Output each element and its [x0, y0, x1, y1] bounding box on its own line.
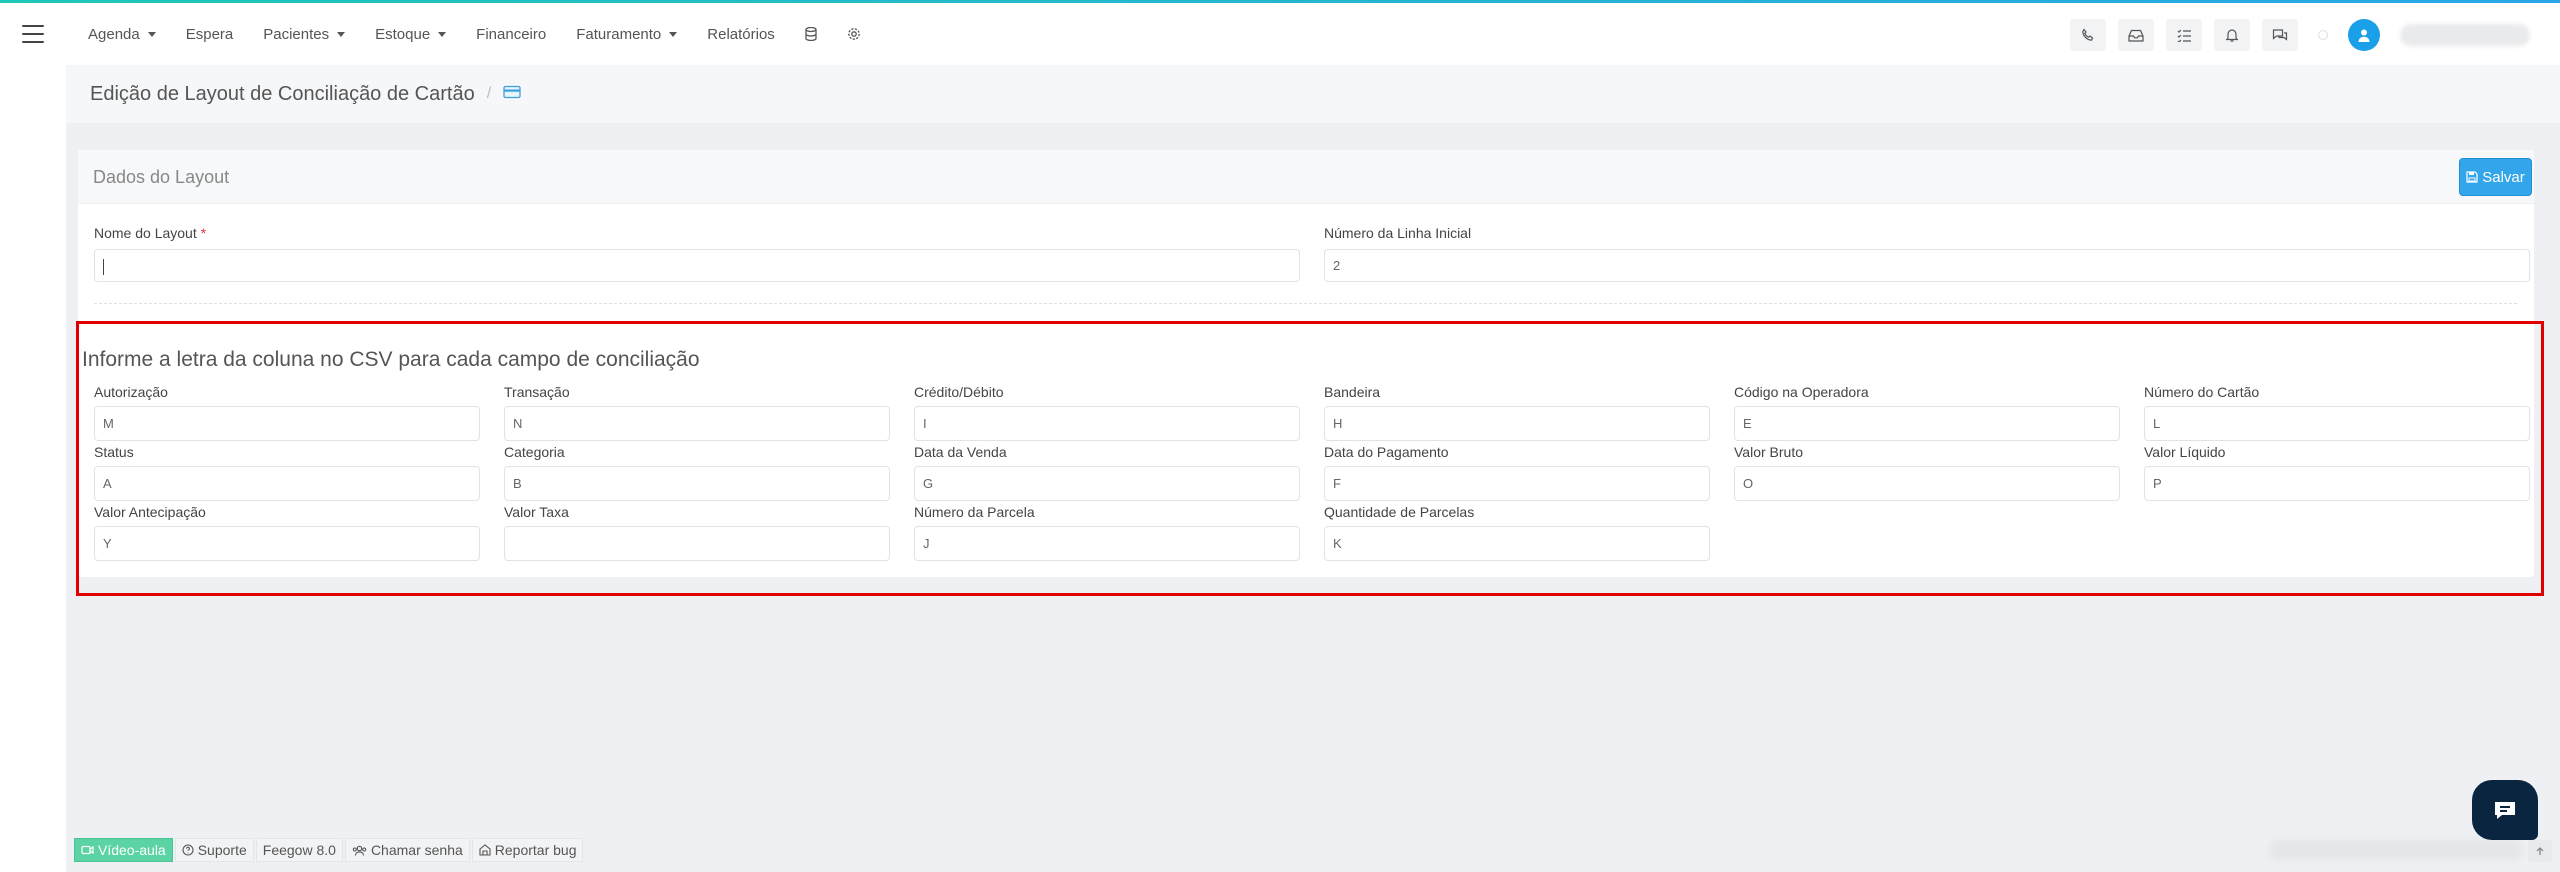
field-numero-cartao: Número do Cartão L: [2144, 383, 2530, 441]
field-categoria: Categoria B: [504, 443, 890, 501]
quantidade-parcelas-input[interactable]: K: [1324, 526, 1710, 561]
menu-agenda[interactable]: Agenda: [88, 26, 156, 43]
menu-toggle-icon[interactable]: [22, 25, 44, 43]
start-line-field: Número da Linha Inicial 2: [1324, 224, 2530, 282]
chevron-down-icon: [438, 31, 447, 37]
bandeira-input[interactable]: H: [1324, 406, 1710, 441]
chevron-down-icon: [147, 31, 156, 37]
transacao-input[interactable]: N: [504, 406, 890, 441]
save-button[interactable]: Salvar: [2459, 158, 2532, 196]
data-pagamento-input[interactable]: F: [1324, 466, 1710, 501]
numero-cartao-input[interactable]: L: [2144, 406, 2530, 441]
video-icon: [81, 845, 94, 855]
layout-name-field: Nome do Layout *: [94, 224, 1300, 282]
mapping-title: Informe a letra da coluna no CSV para ca…: [82, 348, 700, 371]
avatar[interactable]: [2348, 19, 2380, 51]
status-indicator: [2318, 30, 2328, 40]
field-valor-bruto: Valor Bruto O: [1734, 443, 2120, 501]
chat-widget-button[interactable]: [2472, 780, 2538, 840]
chevron-down-icon: [669, 31, 678, 37]
start-line-input[interactable]: 2: [1324, 249, 2530, 282]
footer-info-redacted: [2270, 840, 2522, 860]
top-navbar: Agenda Espera Pacientes Estoque Financei…: [0, 3, 2560, 65]
call-ticket-button[interactable]: Chamar senha: [344, 838, 470, 862]
field-transacao: Transação N: [504, 383, 890, 441]
menu-faturamento[interactable]: Faturamento: [576, 26, 678, 43]
chat-icon[interactable]: [2262, 19, 2298, 51]
help-icon: [182, 844, 194, 856]
chat-bubble-icon: [2495, 802, 2515, 819]
panel-header: Dados do Layout Salvar: [78, 150, 2534, 204]
page-title: Edição de Layout de Conciliação de Cartã…: [90, 82, 475, 105]
numero-parcela-input[interactable]: J: [914, 526, 1300, 561]
menu-estoque[interactable]: Estoque: [375, 26, 447, 43]
field-quantidade-parcelas: Quantidade de Parcelas K: [1324, 503, 1710, 561]
valor-taxa-input[interactable]: [504, 526, 890, 561]
navbar-actions: [2058, 19, 2530, 51]
field-valor-antecipacao: Valor Antecipação Y: [94, 503, 480, 561]
divider: [94, 303, 2517, 304]
save-icon: [2466, 171, 2478, 183]
field-data-venda: Data da Venda G: [914, 443, 1300, 501]
users-icon: [352, 845, 367, 856]
inbox-icon[interactable]: [2118, 19, 2154, 51]
menu-financeiro[interactable]: Financeiro: [476, 26, 546, 43]
required-mark: *: [200, 225, 207, 241]
footer-bar: Vídeo-aula Suporte Feegow 8.0 Chamar sen…: [74, 838, 585, 862]
field-valor-taxa: Valor Taxa: [504, 503, 890, 561]
autorizacao-input[interactable]: M: [94, 406, 480, 441]
bell-icon[interactable]: [2214, 19, 2250, 51]
video-tutorial-button[interactable]: Vídeo-aula: [74, 838, 173, 862]
valor-antecipacao-input[interactable]: Y: [94, 526, 480, 561]
field-valor-liquido: Valor Líquido P: [2144, 443, 2530, 501]
status-input[interactable]: A: [94, 466, 480, 501]
bug-icon: [479, 844, 491, 856]
layout-panel: Dados do Layout Salvar Nome do Layout * N…: [78, 150, 2534, 577]
support-button[interactable]: Suporte: [174, 838, 254, 862]
field-numero-parcela: Número da Parcela J: [914, 503, 1300, 561]
data-venda-input[interactable]: G: [914, 466, 1300, 501]
phone-icon[interactable]: [2070, 19, 2106, 51]
gear-icon[interactable]: [847, 27, 861, 41]
credit-card-icon: [503, 85, 521, 104]
layout-name-input[interactable]: [94, 249, 1300, 282]
text-cursor: [103, 258, 104, 275]
user-name-redacted[interactable]: [2400, 24, 2530, 46]
codigo-operadora-input[interactable]: E: [1734, 406, 2120, 441]
credito-debito-input[interactable]: I: [914, 406, 1300, 441]
panel-title: Dados do Layout: [93, 167, 230, 187]
valor-liquido-input[interactable]: P: [2144, 466, 2530, 501]
field-credito-debito: Crédito/Débito I: [914, 383, 1300, 441]
breadcrumb-separator: /: [486, 85, 492, 102]
database-icon[interactable]: [805, 27, 817, 41]
field-data-pagamento: Data do Pagamento F: [1324, 443, 1710, 501]
field-bandeira: Bandeira H: [1324, 383, 1710, 441]
main-menu: Agenda Espera Pacientes Estoque Financei…: [88, 3, 891, 65]
field-status: Status A: [94, 443, 480, 501]
left-sidebar: [0, 65, 66, 872]
menu-pacientes[interactable]: Pacientes: [263, 26, 346, 43]
chevron-down-icon: [337, 31, 346, 37]
breadcrumb: Edição de Layout de Conciliação de Cartã…: [66, 65, 2560, 123]
menu-espera[interactable]: Espera: [186, 26, 234, 43]
scroll-top-icon[interactable]: [2528, 840, 2552, 862]
valor-bruto-input[interactable]: O: [1734, 466, 2120, 501]
report-bug-button[interactable]: Reportar bug: [471, 838, 584, 862]
field-codigo-operadora: Código na Operadora E: [1734, 383, 2120, 441]
field-autorizacao: Autorização M: [94, 383, 480, 441]
checklist-icon[interactable]: [2166, 19, 2202, 51]
categoria-input[interactable]: B: [504, 466, 890, 501]
version-label: Feegow 8.0: [255, 838, 343, 862]
menu-relatorios[interactable]: Relatórios: [707, 26, 775, 43]
